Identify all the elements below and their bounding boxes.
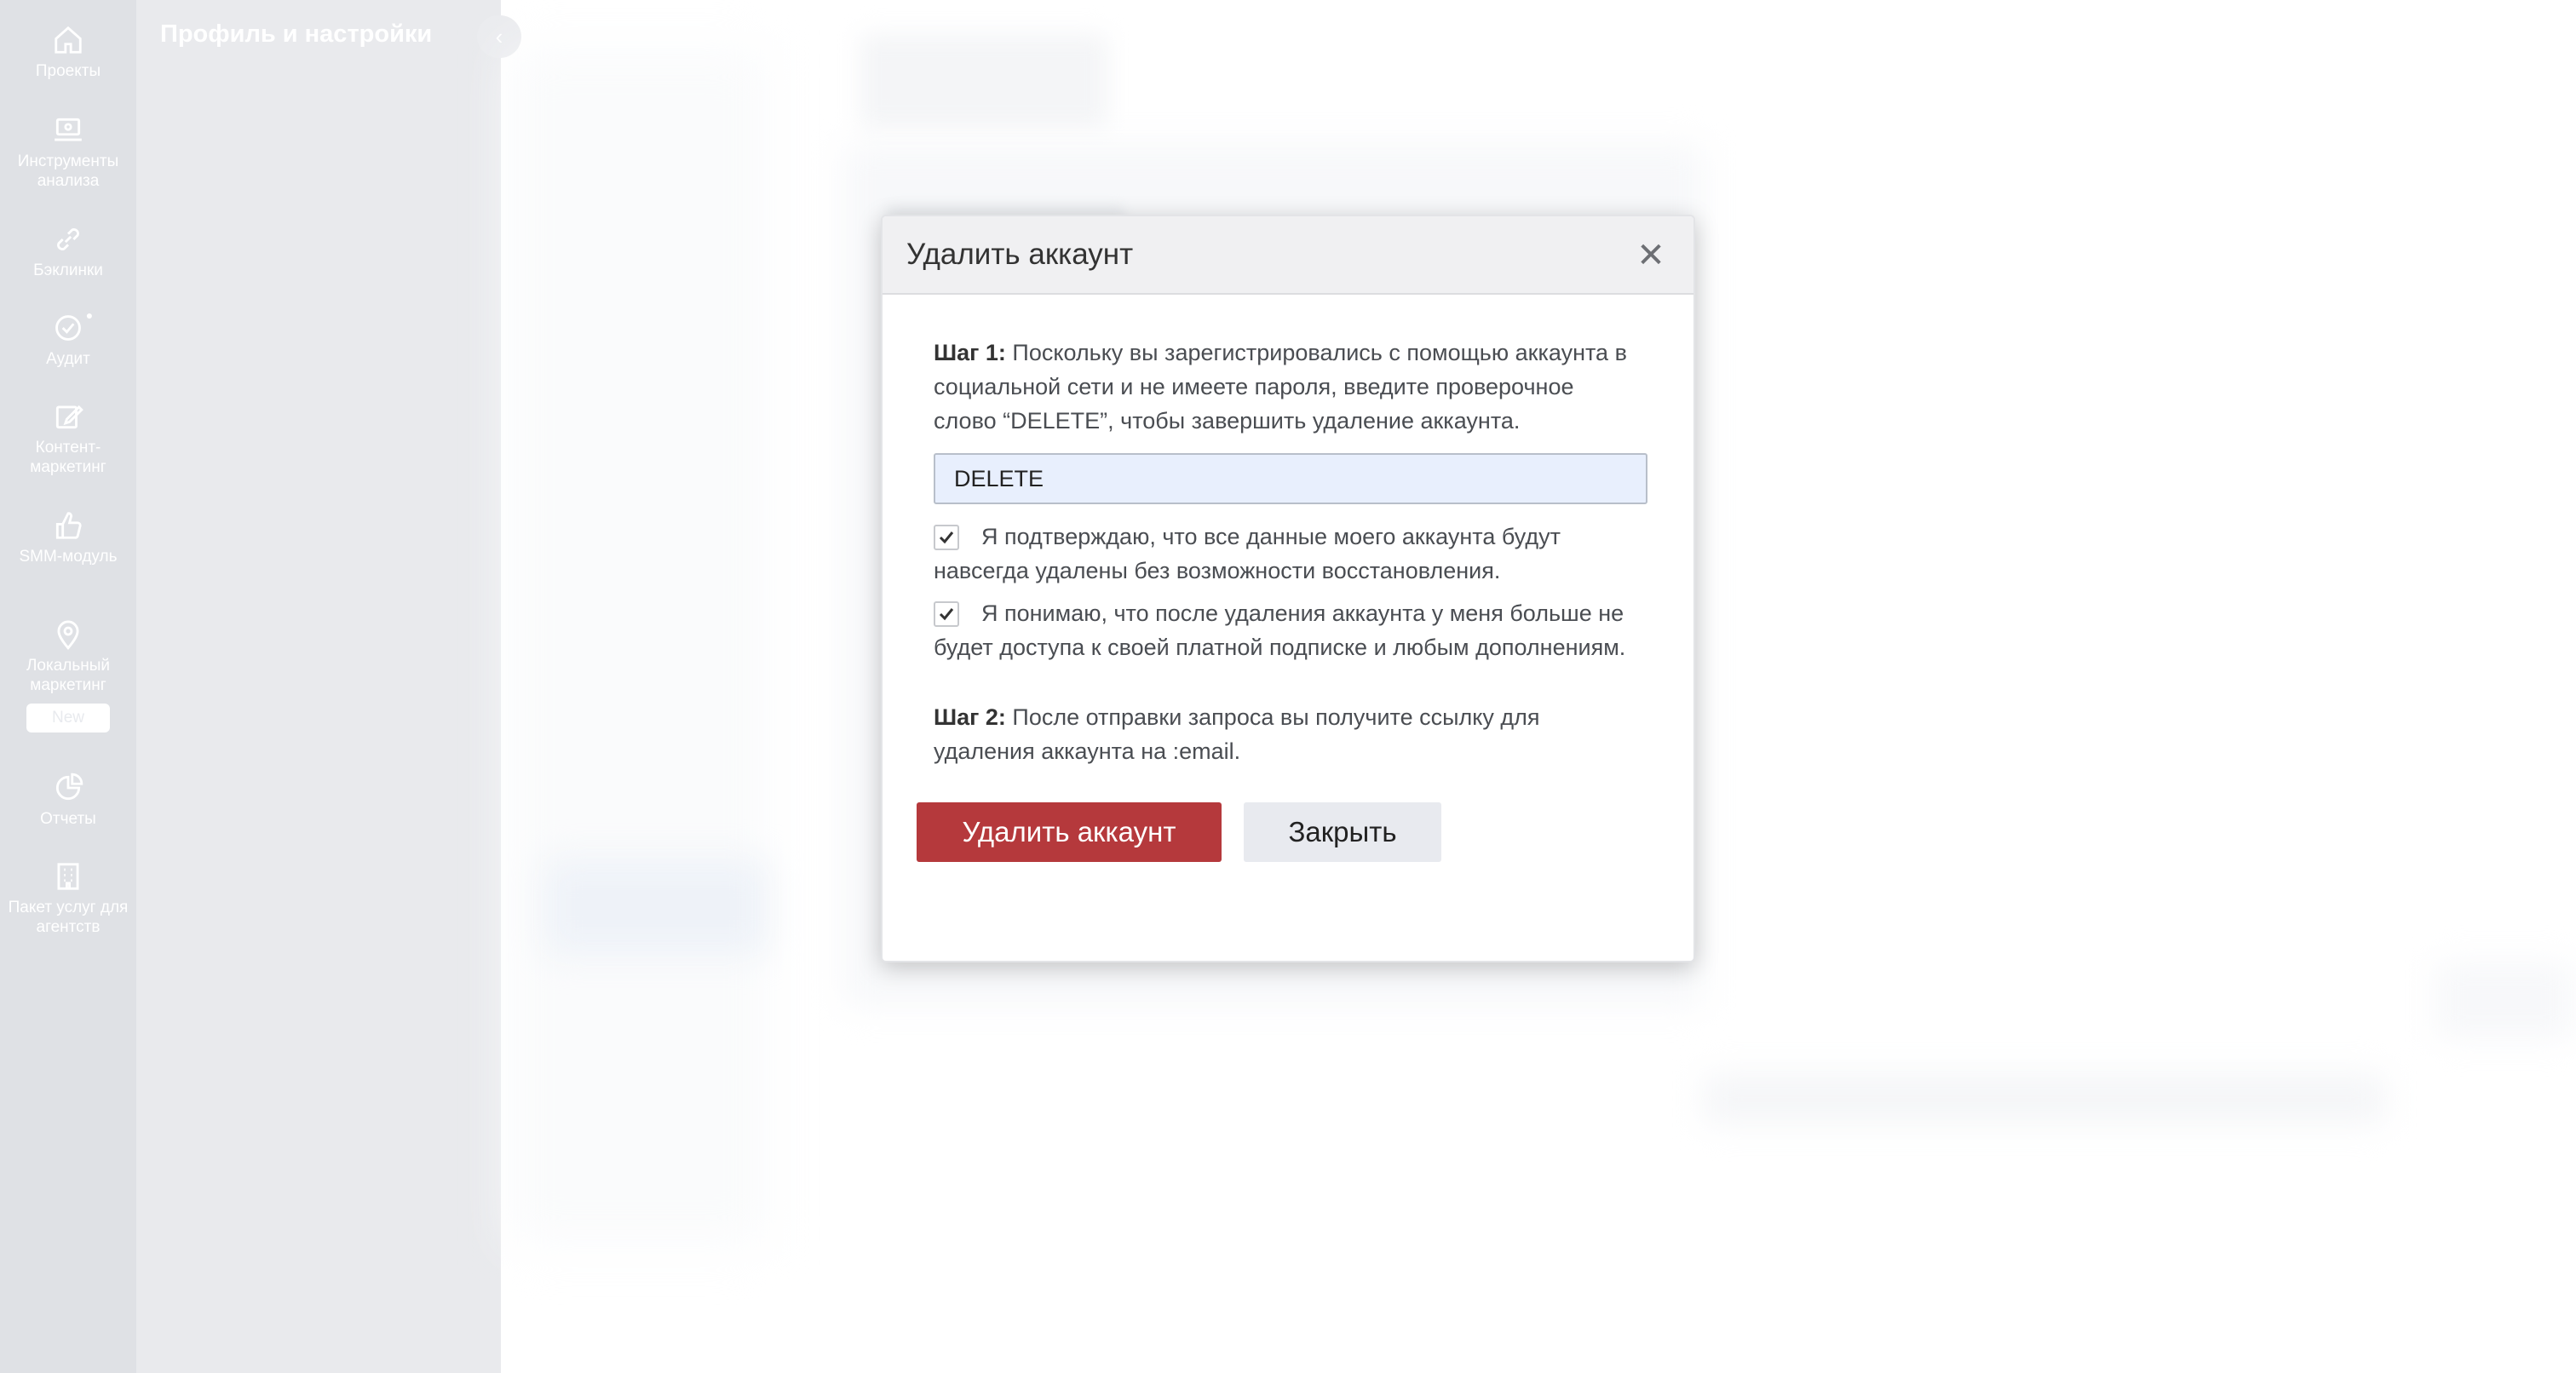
rail-item-projects[interactable]: Проекты: [0, 24, 136, 81]
rail-label: Пакет услуг для агентств: [8, 899, 129, 936]
new-badge: New: [26, 704, 110, 732]
rail-label: Бэклинки: [33, 261, 103, 279]
delete-account-dialog: Удалить аккаунт ✕ Шаг 1: Поскольку вы за…: [881, 215, 1695, 962]
rail-item-analysis-tools[interactable]: Инструменты анализа: [0, 114, 136, 191]
beta-badge-icon: ●: [85, 308, 94, 322]
confirmation-word-input[interactable]: [934, 453, 1647, 504]
icon-rail: Проекты Инструменты анализа Бэклинки ● А…: [0, 0, 136, 1373]
building-icon: [57, 863, 79, 890]
check-circle-icon: [55, 315, 81, 341]
rail-item-smm[interactable]: SMM-модуль: [0, 509, 136, 566]
blurred-content: [860, 34, 1107, 128]
settings-sidebar: Профиль и настройки: [136, 0, 501, 1373]
rail-item-local-marketing[interactable]: Локальный маркетинг New: [0, 618, 136, 732]
thumbs-up-icon: [55, 512, 82, 539]
confirm-subscription-loss-checkbox[interactable]: [934, 601, 959, 627]
step2-paragraph: Шаг 2: После отправки запроса вы получит…: [934, 700, 1642, 768]
confirm-subscription-loss-row: Я понимаю, что после удаления аккаунта у…: [934, 596, 1642, 664]
sidebar-title: Профиль и настройки: [160, 20, 433, 48]
blurred-content: [2436, 962, 2573, 1039]
step1-label: Шаг 1:: [934, 340, 1006, 365]
dialog-title: Удалить аккаунт: [906, 238, 1134, 271]
rail-item-backlinks[interactable]: Бэклинки: [0, 223, 136, 280]
checkbox-label: Я подтверждаю, что все данные моего акка…: [934, 524, 1561, 583]
link-icon: [57, 228, 79, 250]
rail-label: Инструменты анализа: [17, 152, 119, 190]
rail-label: Контент-маркетинг: [30, 439, 106, 476]
rail-item-content-marketing[interactable]: Контент-маркетинг: [0, 400, 136, 477]
laptop-icon: [55, 118, 82, 141]
step1-paragraph: Шаг 1: Поскольку вы зарегистрировались с…: [934, 336, 1642, 438]
step2-label: Шаг 2:: [934, 704, 1006, 730]
rail-label: SMM-модуль: [19, 548, 118, 566]
step2-text: После отправки запроса вы получите ссылк…: [934, 704, 1540, 764]
dialog-header: Удалить аккаунт ✕: [883, 216, 1693, 295]
edit-icon: [55, 405, 83, 429]
delete-account-button[interactable]: Удалить аккаунт: [917, 802, 1222, 862]
rail-label: Отчеты: [40, 810, 96, 828]
confirm-data-deletion-checkbox[interactable]: [934, 525, 959, 550]
close-icon[interactable]: ✕: [1634, 238, 1668, 273]
rail-label: Аудит: [46, 350, 90, 368]
checkbox-label: Я понимаю, что после удаления аккаунта у…: [934, 600, 1626, 660]
home-icon: [55, 26, 82, 54]
rail-item-agency-pack[interactable]: Пакет услуг для агентств: [0, 860, 136, 937]
checkmark-icon: [939, 608, 954, 621]
blurred-content: [545, 860, 767, 954]
dialog-body: Шаг 1: Поскольку вы зарегистрировались с…: [883, 295, 1693, 862]
rail-label: Локальный маркетинг: [26, 657, 111, 694]
dialog-actions: Удалить аккаунт Закрыть: [917, 802, 1642, 862]
blurred-content: [511, 51, 767, 1244]
confirm-data-deletion-row: Я подтверждаю, что все данные моего акка…: [934, 520, 1642, 588]
chevron-left-icon: ‹: [495, 23, 503, 49]
checkmark-icon: [939, 531, 954, 544]
blurred-content: [1704, 1073, 2385, 1124]
step1-text: Поскольку вы зарегистрировались с помощь…: [934, 340, 1627, 434]
rail-item-audit[interactable]: ● Аудит: [0, 308, 136, 369]
pie-chart-icon: [55, 773, 83, 801]
rail-label: Проекты: [35, 62, 101, 80]
rail-item-reports[interactable]: Отчеты: [0, 772, 136, 829]
map-pin-icon: [57, 620, 79, 651]
close-button[interactable]: Закрыть: [1244, 802, 1441, 862]
